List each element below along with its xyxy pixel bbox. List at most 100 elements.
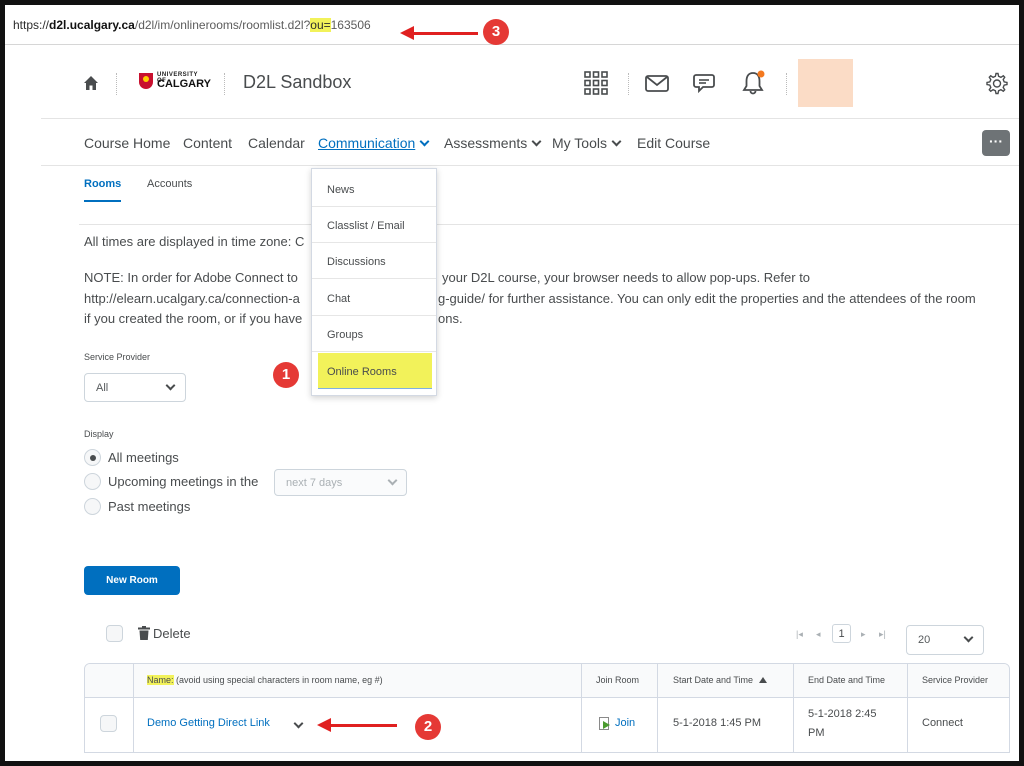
rooms-table: Name: (avoid using special characters in… <box>84 663 1010 753</box>
annotation-arrow-3 <box>400 26 478 40</box>
user-avatar[interactable] <box>798 59 853 107</box>
menu-item-news[interactable]: News <box>312 171 436 207</box>
more-options-button[interactable]: ··· <box>982 130 1010 156</box>
join-link[interactable]: Join <box>615 717 635 729</box>
annotation-badge-2: 2 <box>415 714 441 740</box>
nav-my-tools[interactable]: My Tools <box>552 135 622 151</box>
last-page-button[interactable]: ▸| <box>879 629 886 640</box>
gear-icon[interactable] <box>984 72 1008 96</box>
provider-cell: Connect <box>907 698 1009 752</box>
new-room-button[interactable]: New Room <box>84 566 180 595</box>
logo-big-text: CALGARY <box>157 78 211 90</box>
nav-assessments-label: Assessments <box>444 135 528 151</box>
divider <box>628 73 629 95</box>
select-all-checkbox[interactable] <box>106 625 123 642</box>
url-param-highlight: ou= <box>310 18 331 32</box>
nav-communication[interactable]: Communication <box>318 135 430 151</box>
radio-past-meetings-label: Past meetings <box>108 499 191 514</box>
url-ou-value: 163506 <box>330 18 371 32</box>
start-date-cell: 5-1-2018 1:45 PM <box>657 698 793 752</box>
sort-ascending-icon <box>758 677 767 683</box>
site-title[interactable]: D2L Sandbox <box>243 72 351 93</box>
nav-communication-label: Communication <box>318 135 416 151</box>
chevron-down-icon <box>531 136 542 147</box>
end-date-cell: 5-1-2018 2:45 PM <box>793 698 907 752</box>
header-minibar: UNIVERSITY OF CALGARY D2L Sandbox <box>41 48 1019 116</box>
nav-edit-course[interactable]: Edit Course <box>637 135 710 151</box>
join-room-cell: Join <box>581 698 657 752</box>
tab-rooms[interactable]: Rooms <box>84 178 122 202</box>
radio-upcoming-meetings[interactable] <box>84 473 101 490</box>
row-checkbox-cell <box>85 698 133 752</box>
chevron-down-icon <box>165 380 176 391</box>
menu-item-discussions[interactable]: Discussions <box>312 243 436 279</box>
chevron-down-icon <box>963 632 974 643</box>
menu-item-classlist-email[interactable]: Classlist / Email <box>312 207 436 243</box>
university-logo[interactable]: UNIVERSITY OF CALGARY <box>139 72 211 92</box>
upcoming-range-value: next 7 days <box>286 477 343 489</box>
course-navbar: Course Home Content Calendar Communicati… <box>41 118 1019 166</box>
note-line-1b: your D2L course, your browser needs to a… <box>442 270 811 285</box>
chevron-down-icon <box>611 136 622 147</box>
menu-item-chat[interactable]: Chat <box>312 280 436 316</box>
per-page-select[interactable]: 20 <box>906 625 984 655</box>
radio-all-meetings-label: All meetings <box>108 450 179 465</box>
url-text[interactable]: https://d2l.ucalgary.ca/d2l/im/onlineroo… <box>13 18 371 32</box>
annotation-badge-3: 3 <box>483 19 509 45</box>
divider <box>224 73 225 95</box>
column-header-start[interactable]: Start Date and Time <box>657 664 793 698</box>
nav-calendar[interactable]: Calendar <box>248 135 305 151</box>
note-line-1a: NOTE: In order for Adobe Connect to <box>84 270 298 285</box>
column-header-join-room: Join Room <box>581 664 657 698</box>
trash-icon <box>138 626 150 640</box>
annotation-arrow-2 <box>317 718 397 732</box>
communication-dropdown-menu: News Classlist / Email Discussions Chat … <box>311 168 437 396</box>
home-icon[interactable] <box>83 75 99 91</box>
radio-past-meetings[interactable] <box>84 498 101 515</box>
radio-upcoming-meetings-label: Upcoming meetings in the <box>108 474 259 489</box>
nav-course-home[interactable]: Course Home <box>84 135 170 151</box>
chevron-down-icon <box>419 136 430 147</box>
first-page-button[interactable]: |◂ <box>796 629 803 640</box>
chevron-down-icon[interactable] <box>293 718 304 729</box>
room-name-link[interactable]: Demo Getting Direct Link <box>147 717 270 729</box>
name-highlight: Name: <box>147 675 174 685</box>
nav-assessments[interactable]: Assessments <box>444 135 542 151</box>
url-scheme: https:// <box>13 18 50 32</box>
row-checkbox[interactable] <box>100 715 117 732</box>
provider-text: Connect <box>922 717 963 729</box>
column-header-provider[interactable]: Service Provider <box>907 664 1009 698</box>
tab-accounts[interactable]: Accounts <box>147 178 192 190</box>
page-number-input[interactable]: 1 <box>832 624 851 643</box>
upcoming-range-select[interactable]: next 7 days <box>274 469 407 496</box>
menu-item-groups[interactable]: Groups <box>312 316 436 352</box>
prev-page-button[interactable]: ◂ <box>816 629 821 640</box>
nav-content[interactable]: Content <box>183 135 232 151</box>
column-header-end[interactable]: End Date and Time <box>793 664 907 698</box>
waffle-icon[interactable] <box>583 70 609 96</box>
service-provider-select[interactable]: All <box>84 373 186 402</box>
divider <box>116 73 117 95</box>
table-header: Name: (avoid using special characters in… <box>85 664 1009 698</box>
delete-button[interactable]: Delete <box>153 626 191 641</box>
note-line-3a: if you created the room, or if you have <box>84 311 303 326</box>
chat-icon[interactable] <box>692 70 718 96</box>
bell-icon[interactable] <box>740 70 766 96</box>
name-hint: (avoid using special characters in room … <box>173 675 383 685</box>
menu-item-online-rooms[interactable]: Online Rooms <box>318 353 432 389</box>
browser-address-bar[interactable]: https://d2l.ucalgary.ca/d2l/im/onlineroo… <box>5 5 1019 45</box>
radio-all-meetings[interactable] <box>84 449 101 466</box>
end-date-line2: PM <box>808 727 825 739</box>
end-date-line1: 5-1-2018 2:45 <box>808 708 877 720</box>
note-line-3b: ons. <box>438 311 463 326</box>
mail-icon[interactable] <box>644 70 670 96</box>
column-header-name[interactable]: Name: (avoid using special characters in… <box>133 664 581 698</box>
join-room-icon <box>599 717 610 730</box>
subtabs: Rooms Accounts <box>79 167 1019 225</box>
chevron-down-icon <box>387 475 398 486</box>
per-page-value: 20 <box>918 634 931 646</box>
next-page-button[interactable]: ▸ <box>861 629 866 640</box>
display-label: Display <box>84 429 114 439</box>
start-header-label: Start Date and Time <box>673 675 754 685</box>
note-line-2b: g-guide/ for further assistance. You can… <box>438 291 976 306</box>
